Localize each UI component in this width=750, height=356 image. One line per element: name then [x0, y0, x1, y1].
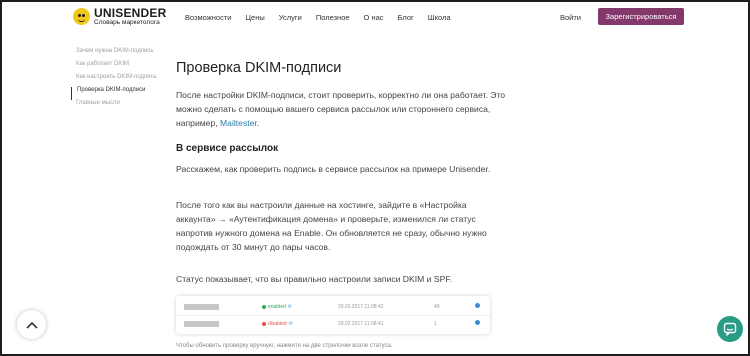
logo[interactable]: UNISENDER Словарь маркетолога	[73, 7, 166, 27]
paragraph: Статус показывает, что вы правильно наст…	[176, 274, 453, 284]
intro-paragraph: После настройки DKIM-подписи, стоит пров…	[176, 88, 506, 130]
toc-item[interactable]: Как настроить DKIM-подпись	[71, 74, 157, 87]
paragraph: Расскажем, как проверить подпись в серви…	[176, 164, 491, 174]
image-caption: Чтобы обновить проверку вручную, нажмите…	[176, 343, 393, 349]
gear-icon[interactable]	[475, 320, 480, 325]
toc-item-active[interactable]: Проверка DKIM-подписи	[71, 87, 157, 100]
login-link[interactable]: Войти	[560, 13, 581, 22]
main-nav: Возможности Цены Услуги Полезное О нас Б…	[185, 13, 465, 22]
status-cell: disabled ⟳	[262, 321, 293, 327]
nav-item-school[interactable]: Школа	[428, 13, 451, 22]
nav-item-features[interactable]: Возможности	[185, 13, 231, 22]
domain-status-screenshot: enabled ⟳ 20.02.2017 11:08:42 49 disable…	[176, 296, 490, 334]
mailtester-link[interactable]: Mailtester	[220, 118, 257, 128]
count-cell: 49	[434, 304, 440, 310]
back-to-top-button[interactable]	[17, 310, 46, 339]
nav-item-blog[interactable]: Блог	[398, 13, 414, 22]
check-icon	[262, 305, 266, 309]
table-row: enabled ⟳ 20.02.2017 11:08:42 49	[176, 298, 490, 316]
chat-button[interactable]	[717, 316, 743, 342]
refresh-icon[interactable]: ⟳	[288, 304, 292, 310]
toc-item[interactable]: Как работает DKIM	[71, 61, 157, 74]
chat-icon	[723, 322, 737, 336]
logo-subtitle: Словарь маркетолога	[94, 19, 160, 26]
article-title-wrap: Проверка DKIM-подписи	[176, 60, 496, 76]
status-cell: enabled ⟳	[262, 304, 292, 310]
signup-button[interactable]: Зарегистрироваться	[598, 8, 684, 25]
status-label: disabled	[268, 321, 287, 327]
gear-icon[interactable]	[475, 303, 480, 308]
count-cell: 1	[434, 321, 437, 327]
table-row: disabled ⟳ 20.02.2017 11:08:41 1	[176, 315, 490, 333]
logo-name: UNISENDER	[94, 6, 167, 20]
site-header: UNISENDER Словарь маркетолога Возможност…	[2, 2, 748, 32]
domain-placeholder	[184, 304, 219, 310]
cross-icon	[262, 322, 266, 326]
nav-item-about[interactable]: О нас	[364, 13, 384, 22]
domain-placeholder	[184, 321, 219, 327]
nav-item-services[interactable]: Услуги	[279, 13, 302, 22]
nav-item-prices[interactable]: Цены	[245, 13, 264, 22]
section-title: В сервисе рассылок	[176, 143, 279, 154]
refresh-icon[interactable]: ⟳	[289, 321, 293, 327]
page-frame: UNISENDER Словарь маркетолога Возможност…	[0, 0, 750, 356]
article-title: Проверка DKIM-подписи	[176, 60, 342, 76]
table-of-contents: Зачем нужна DKIM-подпись Как работает DK…	[71, 48, 157, 113]
status-label: enabled	[268, 304, 286, 310]
date-cell: 20.02.2017 11:08:42	[338, 304, 384, 310]
chevron-up-icon	[25, 321, 38, 329]
toc-item[interactable]: Зачем нужна DKIM-подпись	[71, 48, 157, 61]
toc-item[interactable]: Главные мысли	[71, 100, 157, 113]
paragraph: После того как вы настроили данные на хо…	[176, 200, 487, 252]
logo-icon	[73, 8, 90, 26]
intro-end: .	[256, 118, 260, 128]
date-cell: 20.02.2017 11:08:41	[338, 321, 384, 327]
nav-item-useful[interactable]: Полезное	[316, 13, 350, 22]
